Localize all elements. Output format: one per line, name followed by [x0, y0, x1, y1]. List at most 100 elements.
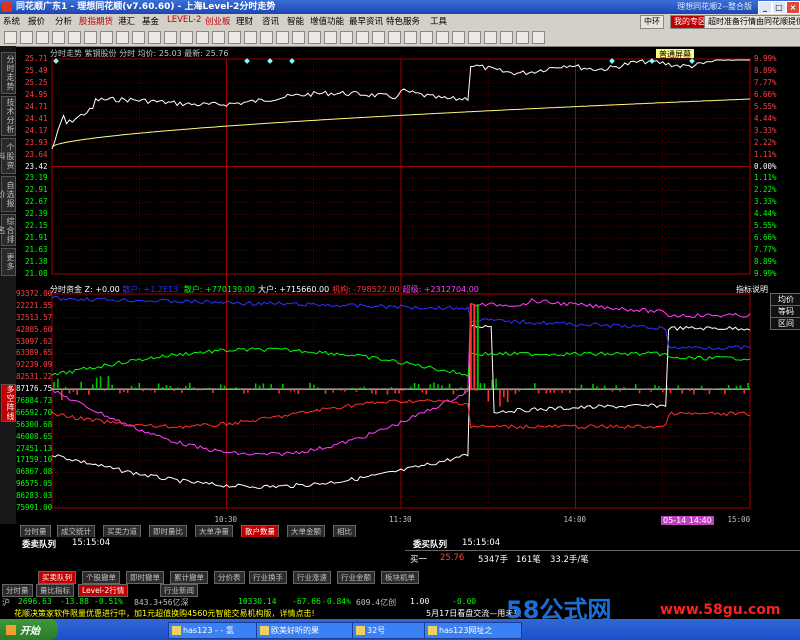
menu-item-14[interactable]: 工具	[430, 15, 447, 27]
left-tab-active[interactable]: 多空阵线	[1, 384, 16, 422]
queue-tab-1[interactable]: 个股撤单	[82, 571, 120, 584]
toolbar-icon-23[interactable]	[372, 31, 385, 44]
close-button[interactable]: ×	[786, 1, 800, 14]
watermark-url: www.58gu.com	[660, 602, 781, 618]
menu-item-0[interactable]: 系统	[3, 15, 20, 27]
menu-item-8[interactable]: 理财	[236, 15, 253, 27]
toolbar-icon-12[interactable]	[196, 31, 209, 44]
queue-tab-0[interactable]: 买卖队列	[38, 571, 76, 584]
queue-tab-2[interactable]: 即时撤单	[126, 571, 164, 584]
indicator-help-link[interactable]: 指标说明	[736, 284, 768, 295]
ticker-item-2: -13.88	[60, 597, 89, 606]
fund-axis-label: 56300.68	[16, 419, 53, 429]
taskbar-task-1[interactable]: 欧美好听的果	[256, 622, 354, 639]
toolbar-icon-30[interactable]	[484, 31, 497, 44]
side-button-2[interactable]: 区间	[770, 317, 800, 330]
menu-item-2[interactable]: 分析	[55, 15, 72, 27]
toolbar-icon-13[interactable]	[212, 31, 225, 44]
view-tab-2[interactable]: Level-2行情	[78, 584, 129, 597]
menu-item-11[interactable]: 增值功能	[310, 15, 344, 27]
menu-item-6[interactable]: LEVEL-2	[167, 15, 201, 25]
ticker-item-4: 843.3+56亿深	[134, 598, 189, 607]
queue-divider	[405, 550, 800, 551]
menu-item-1[interactable]: 报价	[28, 15, 45, 27]
toolbar-icon-27[interactable]	[436, 31, 449, 44]
percent-axis-label: 3.33%	[754, 125, 777, 135]
windows-logo-icon	[6, 625, 16, 635]
toolbar-icon-6[interactable]	[100, 31, 113, 44]
toolbar-icon-2[interactable]	[36, 31, 49, 44]
queue-tab-4[interactable]: 分价表	[214, 571, 245, 584]
toolbar-icon-16[interactable]	[260, 31, 273, 44]
toolbar-icon-14[interactable]	[228, 31, 241, 44]
menu-item-3[interactable]: 股指期货	[79, 15, 113, 27]
minimize-button[interactable]: _	[758, 1, 772, 14]
toolbar-icon-9[interactable]	[148, 31, 161, 44]
toolbar-icon-31[interactable]	[500, 31, 513, 44]
task-label: has123 - - 氢	[183, 626, 234, 635]
menu-item-5[interactable]: 基金	[142, 15, 159, 27]
chart-area[interactable]: 分时走势 紫钢股份 分时 均价: 25.03 最新: 25.76 普通屏幕 分时…	[16, 46, 777, 525]
left-tab-5[interactable]: 更多	[1, 248, 16, 276]
window-title: 同花顺广东1 - 理想同花顺(v7.60.60) - 上海Level-2分时走势	[16, 2, 276, 12]
toolbar-icon-5[interactable]	[84, 31, 97, 44]
toolbar-icon-19[interactable]	[308, 31, 321, 44]
toolbar-icon-28[interactable]	[452, 31, 465, 44]
left-vertical-tabs: 分时走势技术分析个股资料自选报价综合排名更多多空阵线	[0, 46, 16, 524]
toolbar-icon-8[interactable]	[132, 31, 145, 44]
toolbar-icon-21[interactable]	[340, 31, 353, 44]
taskbar-task-2[interactable]: 32号	[352, 622, 434, 639]
toolbar-icon-24[interactable]	[388, 31, 401, 44]
price-axis-label: 21.91	[25, 233, 48, 243]
queue-tab-5[interactable]: 行业换手	[249, 571, 287, 584]
news-text[interactable]: 花顺决策家软件限量优惠进行中，加1元超值换购4560元智能交易机构版，详情点击!	[14, 608, 315, 619]
queue-tab-8[interactable]: 板块机单	[381, 571, 419, 584]
left-tab-4[interactable]: 综合排名	[0, 214, 16, 246]
ticker-item-10: -0.00	[452, 597, 477, 606]
toolbar-icon-32[interactable]	[516, 31, 529, 44]
menu-item-7[interactable]: 创业板	[205, 15, 231, 27]
toolbar-icon-20[interactable]	[324, 31, 337, 44]
left-tab-3[interactable]: 自选报价	[0, 176, 16, 212]
toolbar-icon-4[interactable]	[68, 31, 81, 44]
start-button[interactable]: 开始	[0, 619, 58, 640]
view-tab-1[interactable]: 量比指标	[36, 584, 74, 597]
toolbar-icon-33[interactable]	[532, 31, 545, 44]
percent-axis-label: 2.22%	[754, 137, 777, 147]
percent-axis-label: 6.66%	[754, 89, 777, 99]
toolbar-icon-18[interactable]	[292, 31, 305, 44]
toolbar-icon-29[interactable]	[468, 31, 481, 44]
toolbar-icon-7[interactable]	[116, 31, 129, 44]
toolbar-icon-1[interactable]	[20, 31, 33, 44]
view-tab-0[interactable]: 分时量	[2, 584, 33, 597]
toolbar-icon-10[interactable]	[164, 31, 177, 44]
menu-item-10[interactable]: 智能	[287, 15, 304, 27]
toolbar-icon-25[interactable]	[404, 31, 417, 44]
left-tab-2[interactable]: 个股资料	[0, 138, 16, 174]
toolbar-icon-3[interactable]	[52, 31, 65, 44]
screen-mode-badge[interactable]: 普通屏幕	[656, 49, 694, 59]
toolbar-icon-26[interactable]	[420, 31, 433, 44]
toolbar-icon-15[interactable]	[244, 31, 257, 44]
toolbar-icon-22[interactable]	[356, 31, 369, 44]
toolbar-icon-0[interactable]	[4, 31, 17, 44]
queue-tab-6[interactable]: 行业涨速	[293, 571, 331, 584]
top-button-2[interactable]: 超时准备行情由同花顺提供	[704, 15, 800, 29]
queue-tab-3[interactable]: 累计撤单	[170, 571, 208, 584]
toolbar-icon-17[interactable]	[276, 31, 289, 44]
top-button-0[interactable]: 中环	[640, 15, 664, 29]
queue-tab-7[interactable]: 行业金额	[337, 571, 375, 584]
menu-item-9[interactable]: 咨讯	[262, 15, 279, 27]
menu-item-4[interactable]: 港汇	[118, 15, 135, 27]
view-tab-3[interactable]: 行业新闻	[160, 584, 198, 597]
task-label: 32号	[367, 626, 386, 635]
menu-item-13[interactable]: 特色服务	[386, 15, 420, 27]
menu-item-12[interactable]: 最早资讯	[349, 15, 383, 27]
price-axis-label: 22.39	[25, 209, 48, 219]
toolbar-icon-11[interactable]	[180, 31, 193, 44]
left-tab-0[interactable]: 分时走势	[1, 52, 16, 94]
taskbar-task-0[interactable]: has123 - - 氢	[168, 622, 266, 639]
fund-series-label-2: 机构: -798522.00	[332, 285, 400, 294]
maximize-button[interactable]: □	[772, 1, 786, 14]
left-tab-1[interactable]: 技术分析	[1, 96, 16, 136]
